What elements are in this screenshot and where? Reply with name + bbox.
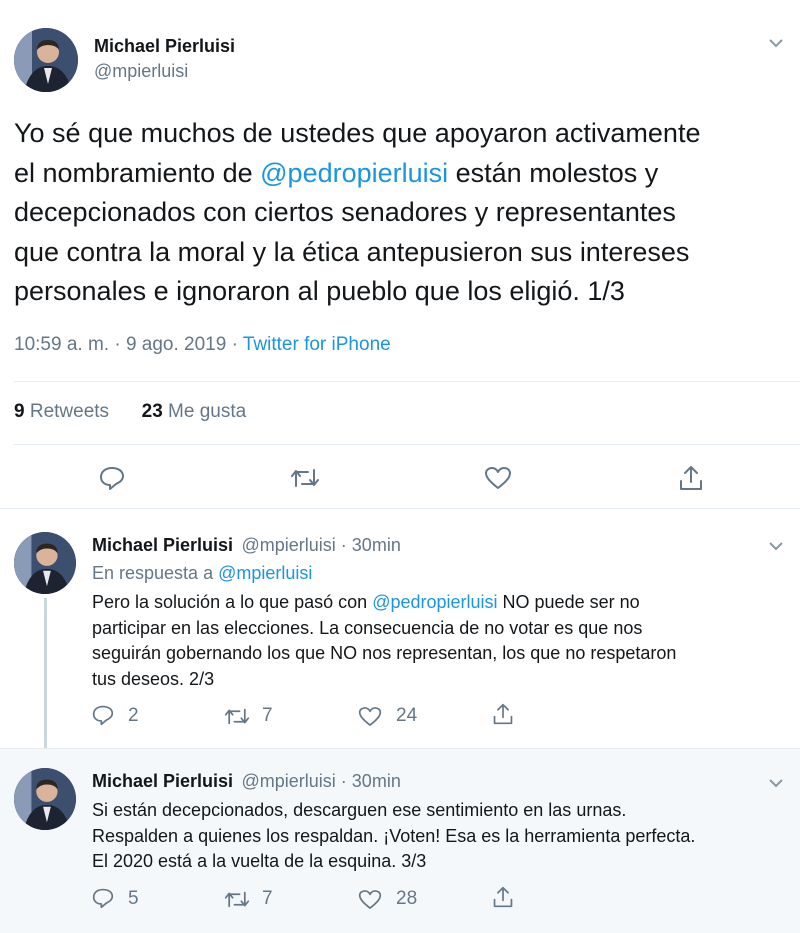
tweet-text-line: seguirán gobernando los que NO nos repre… bbox=[92, 643, 677, 663]
in-reply-to-label: En respuesta a bbox=[92, 563, 219, 583]
share-button[interactable] bbox=[678, 464, 704, 497]
tweet-text-line: decepcionados con ciertos senadores y re… bbox=[14, 197, 676, 227]
tweet-text-line: participar en las elecciones. La consecu… bbox=[92, 617, 643, 638]
tweet-text-line: Yo sé que muchos de ustedes que apoyaron… bbox=[14, 118, 701, 148]
source-link[interactable]: Twitter for iPhone bbox=[243, 334, 391, 355]
likes-count: 23 bbox=[141, 401, 163, 422]
chevron-down-icon[interactable] bbox=[768, 36, 784, 54]
like-button[interactable] bbox=[484, 466, 512, 495]
retweet-button[interactable] bbox=[290, 466, 320, 495]
heart-icon bbox=[485, 467, 511, 489]
reply-button[interactable] bbox=[99, 465, 125, 496]
thread-line bbox=[44, 598, 47, 750]
divider bbox=[14, 381, 800, 382]
tweet-text-line: Si están decepcionados, descarguen ese s… bbox=[92, 800, 627, 820]
timestamp-text[interactable]: 10:59 a. m. · 9 ago. 2019 · bbox=[14, 334, 243, 355]
mention-link[interactable]: @mpierluisi bbox=[218, 563, 312, 583]
share-icon bbox=[680, 466, 702, 490]
retweet-count: 7 bbox=[262, 888, 273, 909]
tweet-text-segment: están molestos y bbox=[448, 157, 659, 188]
reply-header: Michael Pierluisi @mpierluisi · 30min bbox=[92, 535, 401, 556]
retweets-label: Retweets bbox=[24, 401, 110, 422]
reply-icon bbox=[92, 705, 114, 726]
likes-stat[interactable]: 23 Me gusta bbox=[142, 401, 247, 422]
reply-count: 5 bbox=[128, 888, 139, 909]
likes-label: Me gusta bbox=[162, 401, 247, 422]
avatar[interactable] bbox=[14, 532, 76, 594]
reply-count: 2 bbox=[128, 705, 139, 726]
tweet-text-line: Respalden a quienes los respaldan. ¡Vote… bbox=[92, 825, 696, 846]
reply-button[interactable] bbox=[92, 887, 114, 914]
author-name[interactable]: Michael Pierluisi bbox=[92, 535, 233, 555]
author-handle[interactable]: @mpierluisi bbox=[94, 61, 188, 82]
chevron-down-icon[interactable] bbox=[768, 539, 784, 557]
tweet-text-line: el nombramiento de @pedropierluisi están… bbox=[14, 154, 794, 194]
tweet-text-line: que contra la moral y la ética antepusie… bbox=[14, 236, 690, 267]
in-reply-to: En respuesta a @mpierluisi bbox=[92, 563, 312, 584]
retweet-icon bbox=[224, 708, 250, 725]
reply-icon bbox=[100, 467, 124, 490]
mention-link[interactable]: @pedropierluisi bbox=[260, 158, 448, 188]
tweet-text-segment: Pero la solución a lo que pasó con bbox=[92, 592, 373, 612]
mention-link[interactable]: @pedropierluisi bbox=[372, 592, 497, 612]
share-button[interactable] bbox=[492, 885, 514, 914]
reply-icon bbox=[92, 888, 114, 909]
tweet-text-segment: el nombramiento de bbox=[14, 157, 261, 188]
retweet-button[interactable] bbox=[224, 706, 250, 732]
like-button[interactable] bbox=[358, 706, 382, 732]
tweet-text: Pero la solución a lo que pasó con @pedr… bbox=[92, 590, 792, 692]
heart-icon bbox=[358, 890, 382, 909]
divider bbox=[14, 444, 800, 445]
tweet-text: Yo sé que muchos de ustedes que apoyaron… bbox=[14, 114, 794, 312]
like-count: 28 bbox=[396, 888, 418, 909]
retweets-count: 9 bbox=[14, 401, 25, 422]
heart-icon bbox=[358, 707, 382, 726]
tweet-text: Si están decepcionados, descarguen ese s… bbox=[92, 798, 796, 875]
reply-button[interactable] bbox=[92, 704, 114, 731]
avatar[interactable] bbox=[14, 768, 76, 830]
author-name[interactable]: Michael Pierluisi bbox=[92, 771, 233, 791]
share-button[interactable] bbox=[492, 702, 514, 731]
tweet-text-segment: NO puede ser no bbox=[497, 592, 640, 612]
tweet-text-line: Pero la solución a lo que pasó con @pedr… bbox=[92, 590, 792, 616]
author-handle[interactable]: @mpierluisi · 30min bbox=[242, 535, 401, 555]
tweet-timestamp: 10:59 a. m. · 9 ago. 2019 · Twitter for … bbox=[14, 334, 391, 356]
tweet-text-line: El 2020 está a la vuelta de la esquina. … bbox=[92, 851, 427, 871]
retweets-stat[interactable]: 9 Retweets bbox=[14, 401, 109, 422]
author-name[interactable]: Michael Pierluisi bbox=[94, 36, 235, 57]
tweet-text-line: tus deseos. 2/3 bbox=[92, 668, 215, 689]
share-icon bbox=[493, 703, 513, 725]
retweet-icon bbox=[291, 469, 319, 487]
retweet-icon bbox=[224, 891, 250, 908]
author-handle[interactable]: @mpierluisi · 30min bbox=[242, 771, 401, 791]
retweet-button[interactable] bbox=[224, 889, 250, 915]
retweet-count: 7 bbox=[262, 705, 273, 726]
tweet-text-line: personales e ignoraron al pueblo que los… bbox=[14, 276, 625, 306]
tweet-stats: 9 Retweets 23 Me gusta bbox=[14, 401, 246, 423]
like-count: 24 bbox=[396, 705, 418, 726]
reply-header: Michael Pierluisi @mpierluisi · 30min bbox=[92, 771, 401, 792]
avatar[interactable] bbox=[14, 28, 78, 92]
chevron-down-icon[interactable] bbox=[768, 776, 784, 794]
divider bbox=[0, 508, 800, 509]
share-icon bbox=[493, 886, 513, 908]
like-button[interactable] bbox=[358, 889, 382, 915]
